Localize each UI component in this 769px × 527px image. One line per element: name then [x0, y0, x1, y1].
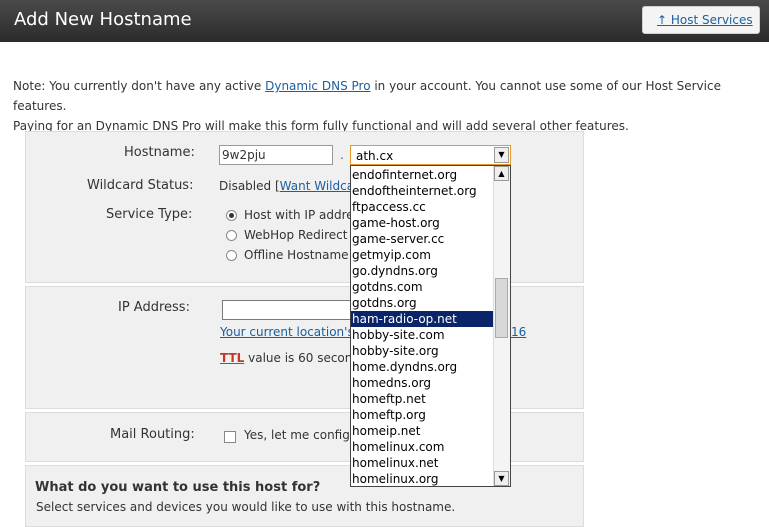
scrollbar-thumb[interactable]: [495, 278, 508, 338]
dropdown-option[interactable]: homeip.net: [351, 423, 495, 439]
dropdown-option[interactable]: ftpaccess.cc: [351, 199, 495, 215]
hostname-dot: .: [340, 148, 344, 162]
service-radio-offline[interactable]: [226, 250, 237, 261]
dropdown-option[interactable]: gotdns.com: [351, 279, 495, 295]
current-ip-suffix-text[interactable]: 16: [511, 325, 526, 339]
service-radio-webhop[interactable]: [226, 230, 237, 241]
mail-routing-label: Mail Routing:: [110, 427, 195, 442]
current-ip-suffix[interactable]: 16: [511, 325, 526, 339]
account-note: Note: You currently don't have any activ…: [13, 76, 753, 136]
hostname-input[interactable]: 9w2pju: [219, 145, 333, 165]
dropdown-option[interactable]: hobby-site.com: [351, 327, 495, 343]
dropdown-option[interactable]: homeftp.org: [351, 407, 495, 423]
mail-routing-checkbox[interactable]: [224, 431, 236, 443]
scroll-down-icon[interactable]: ▼: [494, 471, 509, 486]
dropdown-option[interactable]: ham-radio-op.net: [351, 311, 495, 327]
dynamic-dns-pro-link[interactable]: Dynamic DNS Pro: [265, 79, 370, 93]
dropdown-option[interactable]: homelinux.org: [351, 471, 495, 486]
wildcard-status: Disabled [Want Wildca: [219, 179, 354, 193]
domain-selected-value: ath.cx: [356, 149, 394, 163]
domain-dropdown-list[interactable]: endofinternet.org endoftheinternet.org ftp…: [350, 165, 511, 487]
host-services-link[interactable]: ↑ Host Services: [657, 13, 753, 27]
dropdown-option[interactable]: gotdns.org: [351, 295, 495, 311]
dropdown-option[interactable]: homelinux.com: [351, 439, 495, 455]
wildcard-value: Disabled [: [219, 179, 280, 193]
chevron-down-icon[interactable]: ▼: [494, 147, 509, 163]
usage-title: What do you want to use this host for?: [35, 480, 321, 495]
dropdown-scrollbar[interactable]: ▲ ▼: [493, 166, 510, 486]
service-radio-host[interactable]: [226, 210, 237, 221]
dropdown-option[interactable]: go.dyndns.org: [351, 263, 495, 279]
page-header: Add New Hostname ↑ Host Services: [0, 0, 769, 42]
service-type-label: Service Type:: [106, 207, 193, 222]
usage-subtitle: Select services and devices you would li…: [36, 500, 456, 514]
dropdown-option[interactable]: homelinux.net: [351, 455, 495, 471]
ttl-line: TTL value is 60 second: [220, 351, 360, 365]
host-services-button[interactable]: ↑ Host Services: [642, 6, 760, 34]
current-location-link-text[interactable]: Your current location's: [220, 325, 354, 339]
dropdown-option[interactable]: game-host.org: [351, 215, 495, 231]
ttl-link[interactable]: TTL: [220, 351, 244, 365]
ttl-text: value is 60 second: [244, 351, 360, 365]
want-wildcard-link[interactable]: Want Wildca: [280, 179, 354, 193]
dropdown-option[interactable]: hobby-site.org: [351, 343, 495, 359]
wildcard-label: Wildcard Status:: [87, 178, 194, 193]
dropdown-option[interactable]: endofinternet.org: [351, 167, 495, 183]
ip-address-label: IP Address:: [118, 300, 190, 315]
current-location-link[interactable]: Your current location's: [220, 325, 354, 339]
dropdown-option[interactable]: game-server.cc: [351, 231, 495, 247]
scroll-up-icon[interactable]: ▲: [494, 166, 509, 181]
dropdown-option[interactable]: homedns.org: [351, 375, 495, 391]
domain-select[interactable]: ath.cx ▼: [350, 145, 511, 165]
dropdown-option[interactable]: endoftheinternet.org: [351, 183, 495, 199]
service-option-host: Host with IP addre: [244, 208, 354, 222]
service-option-webhop: WebHop Redirect [: [244, 228, 356, 242]
dropdown-option[interactable]: getmyip.com: [351, 247, 495, 263]
page-title: Add New Hostname: [14, 9, 192, 30]
dropdown-option[interactable]: homeftp.net: [351, 391, 495, 407]
note-text-start: Note: You currently don't have any activ…: [13, 79, 266, 93]
ip-address-input[interactable]: [222, 300, 362, 320]
dropdown-option[interactable]: home.dyndns.org: [351, 359, 495, 375]
service-option-offline: Offline Hostname [: [244, 248, 358, 262]
hostname-label: Hostname:: [124, 145, 195, 160]
mail-routing-option: Yes, let me configu: [244, 428, 358, 442]
